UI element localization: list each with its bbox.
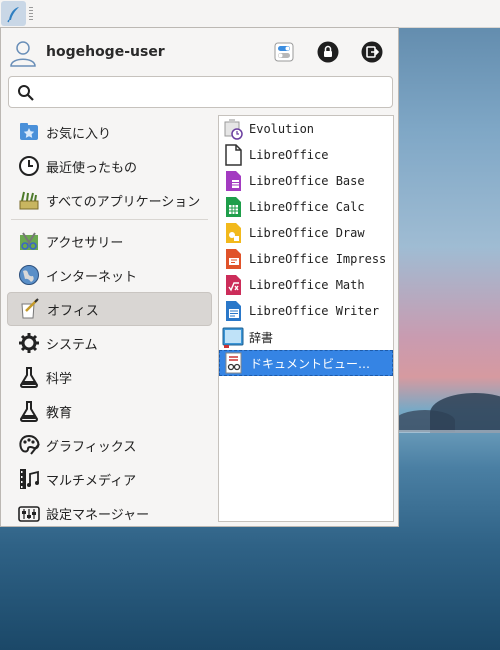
category-list: お気に入り 最近使ったもの すべてのアプリケーション アクセサリー インターネッ… bbox=[7, 115, 212, 530]
app-item-libreoffice[interactable]: LibreOffice bbox=[219, 142, 393, 168]
search-input[interactable] bbox=[43, 82, 387, 104]
app-item-libreoffice-base[interactable]: LibreOffice Base bbox=[219, 168, 393, 194]
app-item-libreoffice-draw[interactable]: LibreOffice Draw bbox=[219, 220, 393, 246]
category-multimedia[interactable]: マルチメディア bbox=[7, 462, 212, 496]
app-item-libreoffice-calc[interactable]: LibreOffice Calc bbox=[219, 194, 393, 220]
category-label: オフィス bbox=[47, 303, 99, 319]
libreoffice-base-icon bbox=[222, 170, 244, 192]
top-panel bbox=[0, 0, 500, 28]
logout-button[interactable] bbox=[360, 40, 384, 64]
gear-icon bbox=[17, 331, 41, 355]
category-internet[interactable]: インターネット bbox=[7, 258, 212, 292]
settings-manager-icon bbox=[17, 501, 41, 525]
category-all-apps[interactable]: すべてのアプリケーション bbox=[7, 183, 212, 217]
category-education[interactable]: 教育 bbox=[7, 394, 212, 428]
document-viewer-icon bbox=[223, 352, 245, 374]
dictionary-icon bbox=[222, 326, 244, 348]
globe-icon bbox=[17, 263, 41, 287]
user-header: hogehoge-user bbox=[1, 28, 400, 76]
category-office[interactable]: オフィス bbox=[7, 292, 212, 326]
category-recent[interactable]: 最近使ったもの bbox=[7, 149, 212, 183]
category-label: グラフィックス bbox=[46, 439, 137, 455]
category-favorites[interactable]: お気に入り bbox=[7, 115, 212, 149]
libreoffice-draw-icon bbox=[222, 222, 244, 244]
app-label: LibreOffice Math bbox=[249, 278, 365, 292]
category-settings-manager[interactable]: 設定マネージャー bbox=[7, 496, 212, 530]
lock-button[interactable] bbox=[316, 40, 340, 64]
evolution-icon bbox=[222, 118, 244, 140]
app-item-document-viewer[interactable]: ドキュメントビュー… bbox=[219, 350, 393, 376]
whisker-menu-button[interactable] bbox=[1, 1, 26, 26]
category-system[interactable]: システム bbox=[7, 326, 212, 360]
whisker-menu: hogehoge-user お気に入り 最近使ったもの すべてのアプリケーション… bbox=[0, 27, 399, 527]
libreoffice-icon bbox=[222, 144, 244, 166]
palette-icon bbox=[17, 433, 41, 457]
flask-icon bbox=[17, 399, 41, 423]
app-label: LibreOffice Writer bbox=[249, 304, 380, 318]
lock-icon bbox=[317, 41, 339, 63]
mountain-shape bbox=[430, 393, 500, 433]
app-label: LibreOffice Draw bbox=[249, 226, 365, 240]
avatar bbox=[10, 41, 36, 67]
app-item-dictionary[interactable]: 辞書 bbox=[219, 324, 393, 350]
category-label: 科学 bbox=[46, 371, 73, 387]
app-item-libreoffice-impress[interactable]: LibreOffice Impress bbox=[219, 246, 393, 272]
search-box[interactable] bbox=[8, 76, 393, 108]
flask-icon bbox=[17, 365, 41, 389]
category-label: 最近使ったもの bbox=[46, 160, 138, 176]
app-label: 辞書 bbox=[249, 330, 274, 345]
search-icon bbox=[18, 85, 34, 101]
mouse-feather-icon bbox=[6, 6, 19, 22]
app-item-libreoffice-math[interactable]: LibreOffice Math bbox=[219, 272, 393, 298]
accessories-icon bbox=[17, 229, 41, 253]
category-label: 教育 bbox=[46, 405, 73, 421]
app-label: LibreOffice Impress bbox=[249, 252, 387, 266]
app-item-evolution[interactable]: Evolution bbox=[219, 116, 393, 142]
category-label: お気に入り bbox=[46, 126, 112, 142]
clock-icon bbox=[17, 154, 41, 178]
category-graphics[interactable]: グラフィックス bbox=[7, 428, 212, 462]
category-accessories[interactable]: アクセサリー bbox=[7, 224, 212, 258]
film-music-icon bbox=[17, 467, 41, 491]
app-label: LibreOffice bbox=[249, 148, 329, 162]
libreoffice-impress-icon bbox=[222, 248, 244, 270]
app-label: ドキュメントビュー… bbox=[250, 356, 371, 371]
category-separator bbox=[11, 219, 208, 220]
libreoffice-calc-icon bbox=[222, 196, 244, 218]
app-item-libreoffice-writer[interactable]: LibreOffice Writer bbox=[219, 298, 393, 324]
star-folder-icon bbox=[17, 120, 41, 144]
category-label: システム bbox=[46, 337, 98, 353]
libreoffice-math-icon bbox=[222, 274, 244, 296]
settings-toggle-icon bbox=[274, 42, 294, 62]
category-label: すべてのアプリケーション bbox=[46, 194, 201, 210]
category-label: 設定マネージャー bbox=[46, 507, 150, 523]
app-label: Evolution bbox=[249, 122, 315, 136]
app-list: Evolution LibreOffice LibreOffice Base L… bbox=[218, 115, 394, 522]
app-label: LibreOffice Calc bbox=[249, 200, 365, 214]
office-icon bbox=[18, 297, 42, 321]
logout-icon bbox=[361, 41, 383, 63]
libreoffice-writer-icon bbox=[222, 300, 244, 322]
app-label: LibreOffice Base bbox=[249, 174, 365, 188]
category-science[interactable]: 科学 bbox=[7, 360, 212, 394]
all-apps-icon bbox=[17, 188, 41, 212]
settings-button[interactable] bbox=[272, 40, 296, 64]
username: hogehoge-user bbox=[46, 44, 165, 60]
panel-handle[interactable] bbox=[29, 7, 33, 20]
category-label: インターネット bbox=[46, 269, 138, 285]
category-label: アクセサリー bbox=[46, 235, 124, 251]
horizon-line bbox=[398, 430, 500, 433]
category-label: マルチメディア bbox=[46, 473, 137, 489]
